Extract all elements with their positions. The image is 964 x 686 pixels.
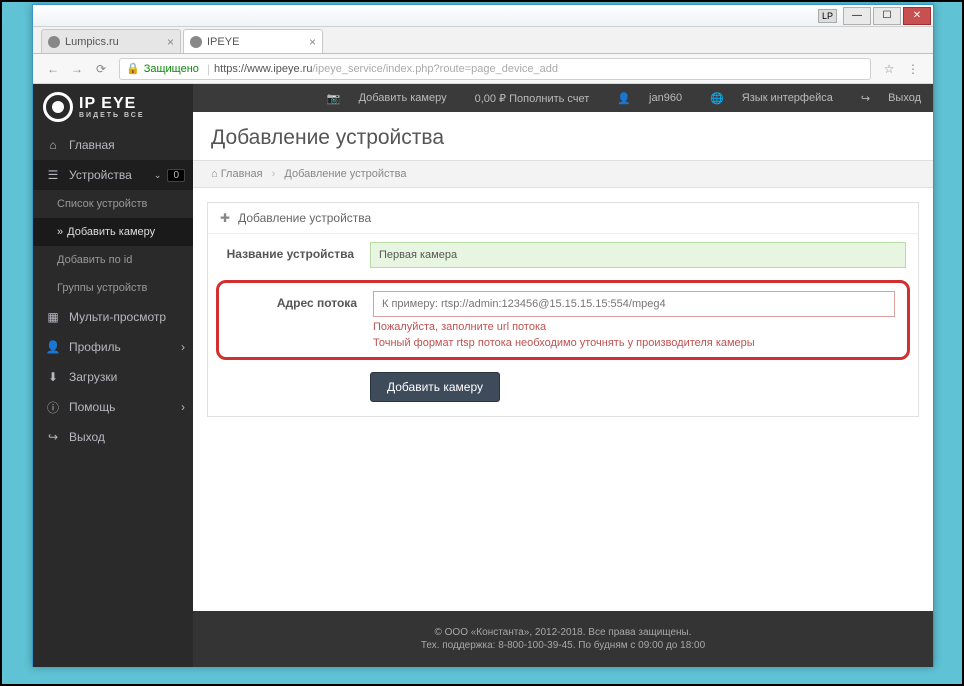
grid-icon: ▦ [45, 310, 61, 324]
chevron-right-icon: › [181, 340, 185, 354]
tab-label: Lumpics.ru [65, 36, 119, 48]
subnav-device-groups[interactable]: Группы устройств [33, 274, 193, 302]
tab-label: IPEYE [207, 36, 239, 48]
logo-eye-icon [43, 92, 73, 122]
info-icon: ⓘ [45, 399, 61, 416]
page-title: Добавление устройства [193, 112, 933, 160]
favicon-icon [48, 36, 60, 48]
topbar-user[interactable]: 👤jan960 [603, 92, 682, 105]
star-icon[interactable]: ☆ [881, 62, 897, 76]
topbar: 📷Добавить камеру 0,00 ₽ Пополнить счет 👤… [193, 84, 933, 112]
device-name-input[interactable] [370, 242, 906, 268]
tab-ipeye[interactable]: IPEYE × [183, 29, 323, 53]
subnav-add-camera[interactable]: Добавить камеру [33, 218, 193, 246]
address-bar: ← → ⟳ 🔒 Защищено | https://www.ipeye.ru/… [33, 54, 933, 84]
browser-tabstrip: Lumpics.ru × IPEYE × [33, 27, 933, 54]
subnav-add-by-id[interactable]: Добавить по id [33, 246, 193, 274]
logout-icon: ↪ [861, 92, 870, 105]
menu-icon[interactable]: ⋮ [905, 62, 921, 76]
minimize-button[interactable]: — [843, 7, 871, 25]
stream-address-label: Адрес потока [231, 291, 373, 310]
close-tab-icon[interactable]: × [309, 35, 316, 49]
forward-icon[interactable]: → [69, 62, 85, 76]
close-tab-icon[interactable]: × [167, 35, 174, 49]
stream-address-input[interactable] [373, 291, 895, 317]
reload-icon[interactable]: ⟳ [93, 62, 109, 76]
nav-devices[interactable]: ☰Устройства⌄0 [33, 160, 193, 190]
download-icon: ⬇ [45, 370, 61, 384]
lp-badge: LP [818, 9, 837, 23]
panel-header: ✚ Добавление устройства [208, 203, 918, 234]
footer-copyright: © ООО «Константа», 2012-2018. Все права … [193, 627, 933, 638]
breadcrumb-current: Добавление устройства [284, 168, 406, 180]
form-panel: ✚ Добавление устройства Название устройс… [207, 202, 919, 417]
home-icon: ⌂ [45, 138, 61, 152]
lock-icon: 🔒 [126, 62, 140, 75]
nav-downloads[interactable]: ⬇Загрузки [33, 362, 193, 392]
error-message-2: Точный формат rtsp потока необходимо уто… [373, 337, 895, 349]
globe-icon: 🌐 [710, 92, 724, 105]
nav-multiview[interactable]: ▦Мульти-просмотр [33, 302, 193, 332]
nav-logout[interactable]: ↪Выход [33, 422, 193, 452]
breadcrumb: ⌂ Главная › Добавление устройства [193, 160, 933, 188]
add-camera-button[interactable]: Добавить камеру [370, 372, 500, 402]
topbar-add-camera[interactable]: 📷Добавить камеру [313, 92, 447, 105]
device-name-label: Название устройства [220, 242, 370, 261]
nav-profile[interactable]: 👤Профиль› [33, 332, 193, 362]
maximize-button[interactable]: ☐ [873, 7, 901, 25]
error-message-1: Пожалуйста, заполните url потока [373, 321, 895, 333]
window-titlebar: LP — ☐ ✕ [33, 5, 933, 27]
nav-home[interactable]: ⌂Главная [33, 130, 193, 160]
topbar-logout[interactable]: ↪Выход [847, 92, 921, 105]
back-icon[interactable]: ← [45, 62, 61, 76]
nav-help[interactable]: ⓘПомощь› [33, 392, 193, 422]
subnav-device-list[interactable]: Список устройств [33, 190, 193, 218]
close-button[interactable]: ✕ [903, 7, 931, 25]
breadcrumb-home[interactable]: Главная [221, 168, 263, 180]
logout-icon: ↪ [45, 430, 61, 444]
home-icon: ⌂ [211, 168, 218, 180]
chevron-right-icon: › [181, 400, 185, 414]
tab-lumpics[interactable]: Lumpics.ru × [41, 29, 181, 53]
chevron-down-icon: ⌄ [154, 170, 162, 181]
favicon-icon [190, 36, 202, 48]
camera-icon: 📷 [327, 92, 341, 105]
list-icon: ☰ [45, 168, 61, 182]
topbar-lang[interactable]: 🌐Язык интерфейса [696, 92, 833, 105]
logo: IP EYE ВИДЕТЬ ВСЕ [33, 84, 193, 130]
plus-icon: ✚ [220, 211, 230, 225]
footer: © ООО «Константа», 2012-2018. Все права … [193, 611, 933, 667]
user-icon: 👤 [617, 92, 631, 105]
secure-label: Защищено [144, 63, 199, 75]
error-highlight: Адрес потока Пожалуйста, заполните url п… [216, 280, 910, 360]
url-input[interactable]: 🔒 Защищено | https://www.ipeye.ru/ipeye_… [119, 58, 871, 80]
footer-support: Тех. поддержка: 8-800-100-39-45. По будн… [193, 640, 933, 651]
chevron-right-icon: › [272, 168, 276, 180]
user-icon: 👤 [45, 340, 61, 354]
topbar-balance[interactable]: 0,00 ₽ Пополнить счет [461, 92, 590, 105]
sidebar: IP EYE ВИДЕТЬ ВСЕ ⌂Главная ☰Устройства⌄0… [33, 84, 193, 667]
